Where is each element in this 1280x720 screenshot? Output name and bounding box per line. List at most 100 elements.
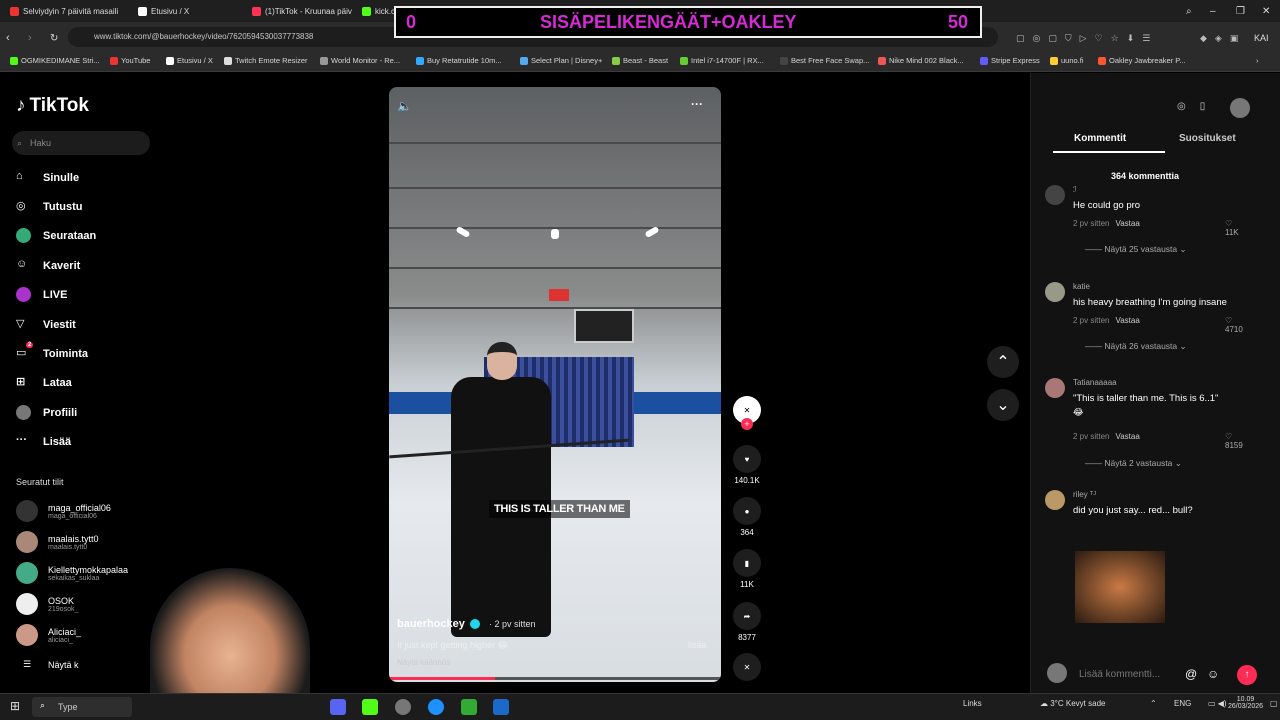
- tab-comments[interactable]: Kommentit: [1074, 133, 1126, 144]
- reply-button[interactable]: Vastaa: [1115, 316, 1139, 325]
- emoji-picker-icon[interactable]: ☺: [1207, 667, 1219, 681]
- clock[interactable]: 10.09 26/03/2026: [1228, 696, 1263, 710]
- maximize-icon[interactable]: ❐: [1236, 2, 1245, 20]
- comment-like[interactable]: ♡ 11K: [1225, 219, 1239, 237]
- notifications-icon[interactable]: ▢: [1270, 699, 1278, 708]
- reload-icon[interactable]: ↻: [50, 29, 58, 47]
- nav-item-kaverit[interactable]: ☺ Kaverit: [16, 258, 80, 273]
- bookmark-item[interactable]: Beast - Beast: [612, 56, 668, 65]
- close-icon[interactable]: ✕: [1262, 2, 1270, 20]
- user-avatar[interactable]: [1230, 98, 1250, 118]
- follow-plus-icon[interactable]: +: [741, 418, 753, 430]
- forward-icon[interactable]: ›: [28, 29, 32, 47]
- browser-tab[interactable]: Etusivu / X: [138, 2, 248, 20]
- discord-icon[interactable]: [330, 699, 346, 715]
- bookmark-item[interactable]: Intel i7-14700F | RX...: [680, 56, 764, 65]
- nav-item-tutustu[interactable]: ◎ Tutustu: [16, 199, 83, 214]
- bookmark-item[interactable]: Stripe Express: [980, 56, 1040, 65]
- avatar[interactable]: [1045, 282, 1065, 302]
- bookmark-item[interactable]: Best Free Face Swap...: [780, 56, 869, 65]
- next-video-button[interactable]: ⌄: [987, 389, 1019, 421]
- nav-item-live[interactable]: LIVE: [16, 287, 67, 302]
- more-options-icon[interactable]: ···: [691, 97, 703, 111]
- reply-button[interactable]: Vastaa: [1115, 432, 1139, 441]
- bookmark-item[interactable]: World Monitor - Re...: [320, 56, 400, 65]
- bookmark-item[interactable]: Select Plan | Disney+: [520, 56, 602, 65]
- previous-video-button[interactable]: ⌃: [987, 346, 1019, 378]
- nav-item-sinulle[interactable]: ⌂ Sinulle: [16, 170, 79, 185]
- avatar[interactable]: [1045, 185, 1065, 205]
- video-player[interactable]: 🔈 ··· THIS IS TALLER THAN ME bauerhockey…: [389, 87, 721, 682]
- network-volume-icons[interactable]: ▭ ◀): [1208, 699, 1227, 708]
- music-disc-button[interactable]: ✕: [733, 653, 761, 684]
- bookmark-item[interactable]: Etusivu / X: [166, 56, 213, 65]
- tiktok-logo[interactable]: ♪ TikTok: [16, 95, 89, 117]
- nav-item-profiili[interactable]: Profiili: [16, 405, 77, 420]
- search-input[interactable]: ⌕ Haku: [12, 131, 150, 155]
- view-replies-button[interactable]: —— Näytä 2 vastausta ⌄: [1085, 458, 1182, 469]
- nav-item-toiminta[interactable]: ▭ 2 Toiminta: [16, 342, 88, 361]
- nav-item-lisaa[interactable]: ··· Lisää: [16, 434, 71, 449]
- app-icon[interactable]: [461, 699, 477, 715]
- edge-icon[interactable]: [428, 699, 444, 715]
- header-icons[interactable]: ◎▯: [1177, 101, 1219, 112]
- browser-tab-active[interactable]: (1)TikTok - Kruunaa päivite: [252, 2, 352, 20]
- show-more-following[interactable]: ☰ Näytä k: [16, 659, 79, 670]
- bookmark-item[interactable]: Buy Retatrutide 10m...: [416, 56, 502, 65]
- nav-item-lataa[interactable]: ⊞ Lataa: [16, 375, 72, 390]
- ai-button[interactable]: KAI: [1254, 29, 1269, 47]
- nav-item-viestit[interactable]: ▽ Viestit: [16, 317, 76, 332]
- bookmark-item[interactable]: Twitch Emote Resizer: [224, 56, 308, 65]
- taskbar-search[interactable]: ⌕ Type: [32, 697, 132, 717]
- video-author[interactable]: bauerhockey: [397, 618, 465, 630]
- following-account[interactable]: maalais.tytt0 maalais.tytt0: [16, 531, 99, 553]
- comment-author[interactable]: Tatianaaaaa: [1073, 378, 1117, 387]
- tab-recommendations[interactable]: Suositukset: [1179, 133, 1236, 144]
- bookmark-item[interactable]: YouTube: [110, 56, 150, 65]
- avatar[interactable]: [1045, 378, 1065, 398]
- comment-author[interactable]: riley ᵀᴶ: [1073, 490, 1096, 499]
- nav-item-seurataan[interactable]: Seurataan: [16, 228, 96, 243]
- share-button[interactable]: ➦ 8377: [733, 602, 761, 642]
- video-progress-bar[interactable]: [389, 677, 721, 680]
- comment-author[interactable]: ℐ: [1073, 185, 1077, 194]
- following-account[interactable]: OSOK 219osok_: [16, 593, 78, 615]
- kick-app-icon[interactable]: [362, 699, 378, 715]
- bookmark-item[interactable]: OGMIKEDIMANE Stri...: [10, 56, 100, 65]
- weather-widget[interactable]: ☁ 3°C Kevyt sade: [1040, 699, 1105, 708]
- profile-toolbar-icons[interactable]: ◆◈▣: [1200, 29, 1246, 47]
- bookmark-item[interactable]: Oakley Jawbreaker P...: [1098, 56, 1186, 65]
- following-account[interactable]: Kiellettymokkapalaa sekaikas_suklaa: [16, 562, 128, 584]
- following-account[interactable]: maga_official06 maga_official06: [16, 500, 111, 522]
- links-toolbar[interactable]: Links: [963, 699, 982, 708]
- comment-like[interactable]: ♡ 8159: [1225, 432, 1243, 450]
- show-translation-link[interactable]: Näytä käännös: [397, 658, 450, 667]
- mention-icon[interactable]: @: [1185, 667, 1197, 681]
- back-icon[interactable]: ‹: [6, 29, 10, 47]
- comment-author[interactable]: katie: [1073, 282, 1090, 291]
- browser-tab[interactable]: Selviydyin 7 päivitä masaili: [10, 2, 130, 20]
- creator-avatar-button[interactable]: ✕ +: [733, 396, 761, 430]
- search-tabs-icon[interactable]: ⌕: [1186, 2, 1192, 20]
- app-icon[interactable]: [395, 699, 411, 715]
- mute-icon[interactable]: 🔈: [397, 99, 412, 113]
- language-indicator[interactable]: ENG: [1174, 699, 1191, 708]
- windows-start-icon[interactable]: ⊞: [10, 699, 20, 713]
- following-account[interactable]: Aliciaci_ aliciaci_: [16, 624, 81, 646]
- reply-button[interactable]: Vastaa: [1115, 219, 1139, 228]
- comment-like[interactable]: ♡ 4710: [1225, 316, 1243, 334]
- minimize-icon[interactable]: –: [1210, 2, 1216, 20]
- bookmark-item[interactable]: uuno.fi: [1050, 56, 1084, 65]
- view-replies-button[interactable]: —— Näytä 26 vastausta ⌄: [1085, 341, 1187, 352]
- tray-icons[interactable]: ⌃: [1150, 699, 1157, 708]
- like-button[interactable]: ♥ 140.1K: [733, 445, 761, 485]
- caption-more-link[interactable]: lisää: [688, 640, 707, 650]
- bookmarks-overflow-icon[interactable]: ›: [1256, 56, 1259, 65]
- save-button[interactable]: ▮ 11K: [733, 549, 761, 589]
- bookmark-item[interactable]: Nike Mind 002 Black...: [878, 56, 964, 65]
- avatar[interactable]: [1045, 490, 1065, 510]
- send-comment-button[interactable]: ↑: [1237, 665, 1257, 685]
- steam-icon[interactable]: [493, 699, 509, 715]
- view-replies-button[interactable]: —— Näytä 25 vastausta ⌄: [1085, 244, 1187, 255]
- extension-icons[interactable]: ▢◎▢⛉▷♡☆⬇☰: [1016, 29, 1158, 47]
